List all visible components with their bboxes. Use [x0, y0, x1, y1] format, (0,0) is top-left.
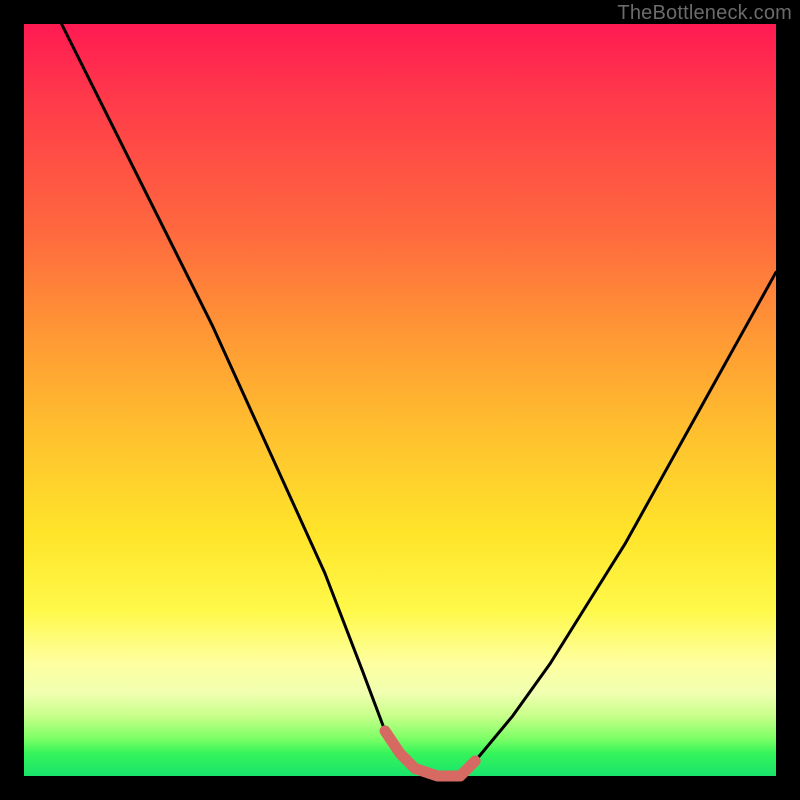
curve-main-line [62, 24, 776, 776]
outer-frame: TheBottleneck.com [0, 0, 800, 800]
watermark-text: TheBottleneck.com [617, 2, 792, 25]
plot-area [24, 24, 776, 776]
curve-layer [24, 24, 776, 776]
bottleneck-curve [62, 24, 776, 776]
curve-highlight-segment [385, 731, 475, 776]
